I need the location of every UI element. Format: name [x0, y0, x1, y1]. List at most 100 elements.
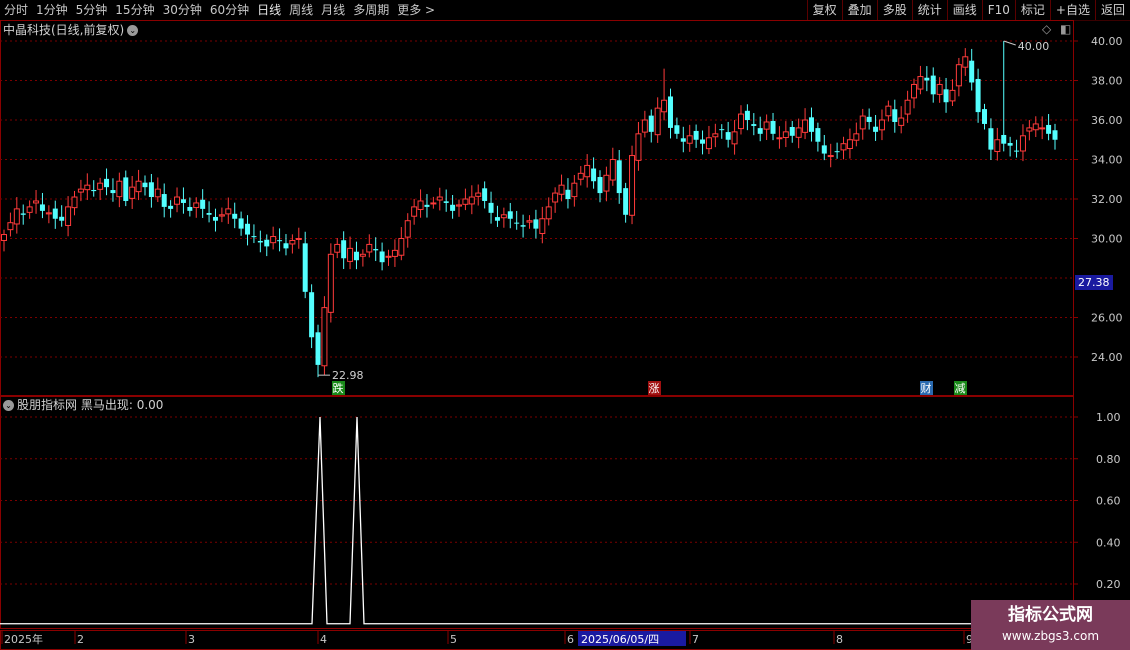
period-tab-9[interactable]: 多周期 — [349, 0, 393, 20]
candle-body-up — [347, 247, 354, 262]
candle-body-up — [558, 184, 565, 195]
period-toolbar: 分时 1分钟 5分钟 15分钟 30分钟 60分钟 日线 周线 月线 多周期 更多 > 复权 叠加 多股… — [0, 0, 1130, 21]
candle-body-down — [988, 128, 994, 150]
candle-body-down — [20, 213, 26, 215]
price-axis-label: 24.00 — [1091, 351, 1123, 364]
price-axis-label: 32.00 — [1091, 193, 1123, 206]
tool-button-1[interactable]: 叠加 — [841, 0, 877, 20]
tool-button-8[interactable]: 返回 — [1094, 0, 1130, 20]
candle-body-down — [302, 243, 308, 292]
candle-body-up — [898, 117, 905, 126]
candle-body-up — [366, 243, 373, 253]
candle-body-down — [616, 160, 622, 194]
candle-body-up — [225, 208, 232, 215]
candle-body-down — [808, 117, 814, 132]
tool-button-7[interactable]: +自选 — [1049, 0, 1095, 20]
candle-body-up — [129, 186, 136, 199]
candle-body-up — [635, 133, 642, 161]
candle-body-up — [13, 208, 20, 225]
period-tab-5[interactable]: 60分钟 — [206, 0, 253, 20]
candle-body-up — [571, 182, 578, 198]
candle-body-down — [142, 182, 148, 188]
candle-body-up — [705, 137, 712, 150]
candle-body-down — [930, 75, 936, 95]
event-marker-2: 财 — [921, 381, 932, 395]
candle-body-up — [802, 119, 809, 133]
tool-button-0[interactable]: 复权 — [806, 0, 842, 20]
high-annotation: 40.00 — [1018, 40, 1050, 53]
period-tab-8[interactable]: 月线 — [317, 0, 349, 20]
tool-button-3[interactable]: 统计 — [911, 0, 947, 20]
candle-body-down — [821, 145, 827, 154]
event-marker-3: 减 — [955, 382, 966, 395]
price-axis-label: 30.00 — [1091, 233, 1123, 246]
candle-body-up — [994, 139, 1001, 153]
candle-body-up — [878, 119, 885, 131]
candle-body-up — [327, 253, 334, 313]
candle-body-up — [193, 202, 200, 209]
candle-body-down — [969, 60, 975, 83]
candle-body-down — [283, 243, 289, 249]
candle-body-up — [654, 107, 661, 136]
period-tab-10[interactable]: 更多 > — [393, 0, 439, 20]
candle-body-down — [975, 78, 981, 113]
event-marker-0: 跌 — [333, 381, 344, 395]
period-tab-2[interactable]: 5分钟 — [72, 0, 112, 20]
candle-body-up — [539, 218, 546, 235]
candle-body-up — [359, 253, 366, 257]
indicator-axis-label: 0.80 — [1096, 453, 1121, 466]
period-tab-3[interactable]: 15分钟 — [111, 0, 158, 20]
date-label-1: 2 — [77, 633, 84, 646]
date-label-7: 8 — [836, 633, 843, 646]
watermark-title: 指标公式网 — [1008, 605, 1093, 625]
candle-body-down — [725, 132, 731, 140]
candle-body-down — [309, 292, 315, 338]
candle-body-up — [686, 135, 693, 144]
tool-button-2[interactable]: 多股 — [876, 0, 912, 20]
candle-body-down — [1046, 124, 1052, 134]
candle-body-up — [629, 155, 636, 216]
candle-body-up — [1019, 135, 1026, 152]
watermark-url: www.zbgs3.com — [1001, 629, 1100, 643]
tool-button-4[interactable]: 画线 — [946, 0, 982, 20]
event-marker-1: 涨 — [649, 382, 660, 395]
current-price-tag: 27.38 — [1075, 275, 1113, 290]
site-watermark: 指标公式网 www.zbgs3.com — [971, 600, 1130, 650]
candle-body-down — [507, 211, 513, 219]
candle-body-up — [289, 239, 296, 245]
candle-body-up — [955, 64, 962, 87]
tool-button-5[interactable]: F10 — [981, 0, 1015, 20]
period-tab-6[interactable]: 日线 — [253, 0, 285, 20]
indicator-axis-label: 0.60 — [1096, 495, 1121, 508]
candle-body-down — [873, 126, 879, 132]
candle-body-up — [456, 204, 463, 207]
candle-body-down — [597, 177, 603, 194]
candle-body-down — [264, 239, 270, 247]
candle-body-up — [391, 249, 398, 257]
candle-body-up — [116, 180, 123, 198]
candle-body-up — [1039, 127, 1046, 130]
candle-body-up — [737, 113, 744, 130]
candle-body-up — [949, 89, 956, 102]
indicator-line — [0, 416, 1073, 625]
candle-body-up — [411, 206, 418, 217]
period-tab-4[interactable]: 30分钟 — [159, 0, 206, 20]
candle-body-down — [110, 190, 116, 194]
candle-body-down — [648, 115, 654, 132]
candle-body-up — [641, 119, 648, 133]
period-tab-0[interactable]: 分时 — [0, 0, 32, 20]
candle-body-down — [693, 130, 699, 140]
indicator-chart[interactable]: 1.00 0.80 0.60 0.40 0.20 — [0, 396, 1130, 630]
candle-body-down — [52, 208, 58, 219]
candle-body-up — [584, 164, 591, 178]
candlestick-chart[interactable]: 40.00 38.00 36.00 34.00 32.00 30.00 26.00 24.00… — [0, 20, 1130, 396]
candle-body-down — [488, 202, 494, 213]
candle-body-up — [270, 236, 277, 244]
candle-body-down — [700, 139, 706, 144]
candle-body-up — [962, 56, 969, 68]
candle-body-up — [853, 133, 860, 141]
period-tab-7[interactable]: 周线 — [285, 0, 317, 20]
tool-button-6[interactable]: 标记 — [1014, 0, 1050, 20]
period-tab-1[interactable]: 1分钟 — [32, 0, 72, 20]
candle-body-up — [84, 184, 91, 191]
